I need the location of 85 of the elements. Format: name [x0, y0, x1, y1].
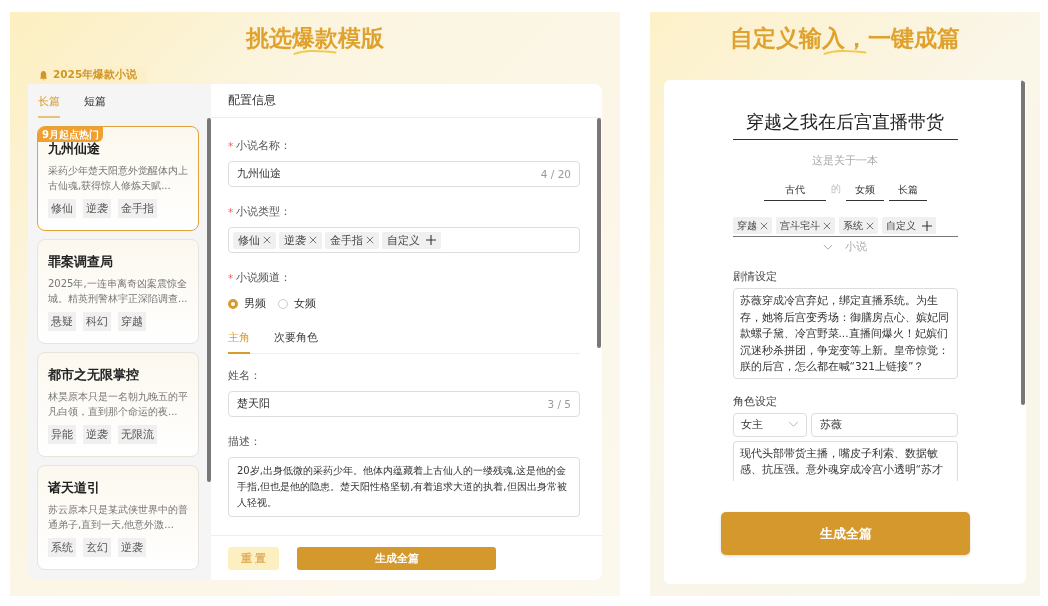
input-field[interactable]: 楚天阳 3 / 5 — [228, 391, 580, 417]
novel-card[interactable]: 罪案调查局 2025年,一连串离奇凶案震惊全城。精英刑警林宇正深陷调查... 悬疑 科幻 穿越 — [37, 239, 199, 344]
tab[interactable]: 次要角色 — [274, 331, 318, 354]
text-area[interactable]: 20岁,出身低微的采药少年。他体内蕴藏着上古仙人的一缕残魂,这是他的金手指,但也是他的隐患。楚天阳性格坚韧,有着追求大道的执着,但因出身常被人轻视。 — [228, 457, 580, 517]
radio-icon[interactable] — [228, 299, 238, 309]
novel-card[interactable]: 诸天道引 苏云原本只是某武侠世界中的普通弟子,直到一天,他意外激... 系统 玄幻 逆袭 — [37, 465, 199, 570]
close-icon[interactable] — [865, 221, 874, 230]
novel-summary: 苏云原本只是某武侠世界中的普通弟子,直到一天,他意外激... — [48, 503, 189, 532]
genre-tag: 玄幻 — [83, 538, 111, 557]
scrollbar[interactable] — [207, 118, 211, 482]
input-field[interactable]: 九州仙途 4 / 20 — [228, 161, 580, 187]
genre-tag: 逆袭 — [83, 199, 111, 218]
swoosh-decoration — [293, 49, 337, 56]
form-header: 配置信息 — [211, 84, 602, 118]
novel-summary: 2025年,一连串离奇凶案震惊全城。精英刑警林宇正深陷调查... — [48, 277, 189, 306]
genre-tag: 穿越 — [732, 217, 772, 234]
required-mark: * — [228, 140, 234, 152]
radio-option[interactable]: 男频 — [228, 297, 266, 311]
intro-text: 这是关于一本 — [811, 154, 879, 168]
required-mark: * — [228, 206, 234, 218]
field-label: 小说频道： — [236, 271, 292, 285]
chevron-down-icon — [787, 421, 799, 428]
channel-field[interactable]: 女频 — [845, 183, 884, 201]
required-mark: * — [228, 272, 234, 284]
novel-title: 九州仙途 — [48, 140, 101, 158]
genre-tag: 穿越 — [118, 312, 146, 331]
close-icon[interactable] — [309, 236, 317, 244]
title-field[interactable]: 穿越之我在后宫直播带货 — [732, 109, 958, 140]
text-area[interactable]: 苏薇穿成冷宫弃妃，绑定直播系统。为生存，她将后宫变秀场：御膳房点心、嫔妃同款螺子黛、冷宫野菜...直播间爆火！妃嫔们沉迷秒杀拼团，争宠变等上新。皇帝惊觉：朕的后宫，怎么都在喊“321上链接”？ — [732, 288, 958, 379]
genre-tag: 系统 — [838, 217, 878, 234]
custom-tag-button[interactable]: 自定义 — [382, 231, 441, 249]
novel-summary: 采药少年楚天阳意外觉醒体内上古仙魂,获得惊人修炼天赋... — [48, 164, 189, 193]
suffix-text: 小说 — [845, 240, 867, 254]
genre-tag: 无限流 — [118, 425, 157, 444]
custom-tag-button[interactable]: 自定义 — [881, 217, 936, 234]
novel-title: 诸天道引 — [48, 479, 101, 497]
tag-field[interactable]: 穿越 宫斗宅斗 系统 自定义 — [732, 217, 958, 237]
bell-icon — [38, 69, 49, 81]
field-label: 小说类型： — [236, 205, 292, 219]
era-field[interactable]: 古代 — [763, 183, 826, 201]
genre-tag: 异能 — [48, 425, 76, 444]
genre-tag: 修仙 — [48, 199, 76, 218]
close-icon[interactable] — [366, 236, 374, 244]
close-icon[interactable] — [759, 221, 768, 230]
connector-text: 的 — [830, 182, 841, 196]
novel-card[interactable]: 都市之无限掌控 林昊原本只是一名朝九晚五的平凡白领，直到那个命运的夜... 异能 逆袭 无限流 — [37, 352, 199, 457]
hot-ribbon: 9月起点热门 — [38, 127, 103, 142]
genre-tag: 金手指 — [325, 231, 379, 249]
novel-title: 都市之无限掌控 — [48, 366, 140, 384]
scrollbar[interactable] — [597, 118, 601, 348]
panel-title: 自定义输入，一键成篇 — [730, 24, 960, 52]
field-label: 剧情设定 — [732, 270, 778, 284]
genre-tag: 科幻 — [83, 312, 111, 331]
field-label: 描述： — [228, 435, 261, 449]
length-field[interactable]: 长篇 — [888, 183, 927, 201]
radio-icon[interactable] — [278, 299, 288, 309]
field-label: 姓名： — [228, 369, 261, 383]
novel-title: 罪案调查局 — [48, 253, 114, 271]
genre-tag: 金手指 — [118, 199, 157, 218]
genre-tag: 逆袭 — [83, 425, 111, 444]
genre-tag: 悬疑 — [48, 312, 76, 331]
radio-option[interactable]: 女频 — [278, 297, 316, 311]
tab[interactable]: 短篇 — [84, 92, 106, 118]
novel-summary: 林昊原本只是一名朝九晚五的平凡白领，直到那个命运的夜... — [48, 390, 189, 419]
input-field[interactable]: 苏薇 — [810, 412, 958, 437]
close-icon[interactable] — [822, 221, 831, 230]
novel-card[interactable]: 9月起点热门 九州仙途 采药少年楚天阳意外觉醒体内上古仙魂,获得惊人修炼天赋... 修仙 逆袭 金手指 — [37, 126, 199, 231]
genre-tag: 逆袭 — [279, 231, 322, 249]
role-dropdown[interactable]: 女主 — [732, 412, 807, 437]
genre-tag: 修仙 — [233, 231, 276, 249]
plus-icon — [921, 220, 932, 231]
genre-tag: 宫斗宅斗 — [775, 217, 835, 234]
plus-icon — [426, 235, 436, 245]
swoosh-decoration — [823, 49, 867, 56]
panel-title: 挑选爆款模版 — [246, 24, 384, 52]
badge-label: 2025年爆款小说 — [53, 68, 138, 82]
genre-tag: 逆袭 — [118, 538, 146, 557]
scrollbar[interactable] — [1021, 80, 1025, 405]
tag-field[interactable]: 修仙 逆袭 金手指 自定义 — [228, 227, 580, 253]
text-area[interactable]: 现代头部带货主播，嘴皮子利索、数据敏感、抗压强。意外魂穿成冷宫小透明“苏才 — [732, 440, 958, 481]
genre-tag: 系统 — [48, 538, 76, 557]
close-icon[interactable] — [263, 236, 271, 244]
chevron-down-icon[interactable] — [823, 243, 833, 251]
field-label: 角色设定 — [732, 394, 778, 409]
field-label: 小说名称： — [236, 139, 292, 153]
